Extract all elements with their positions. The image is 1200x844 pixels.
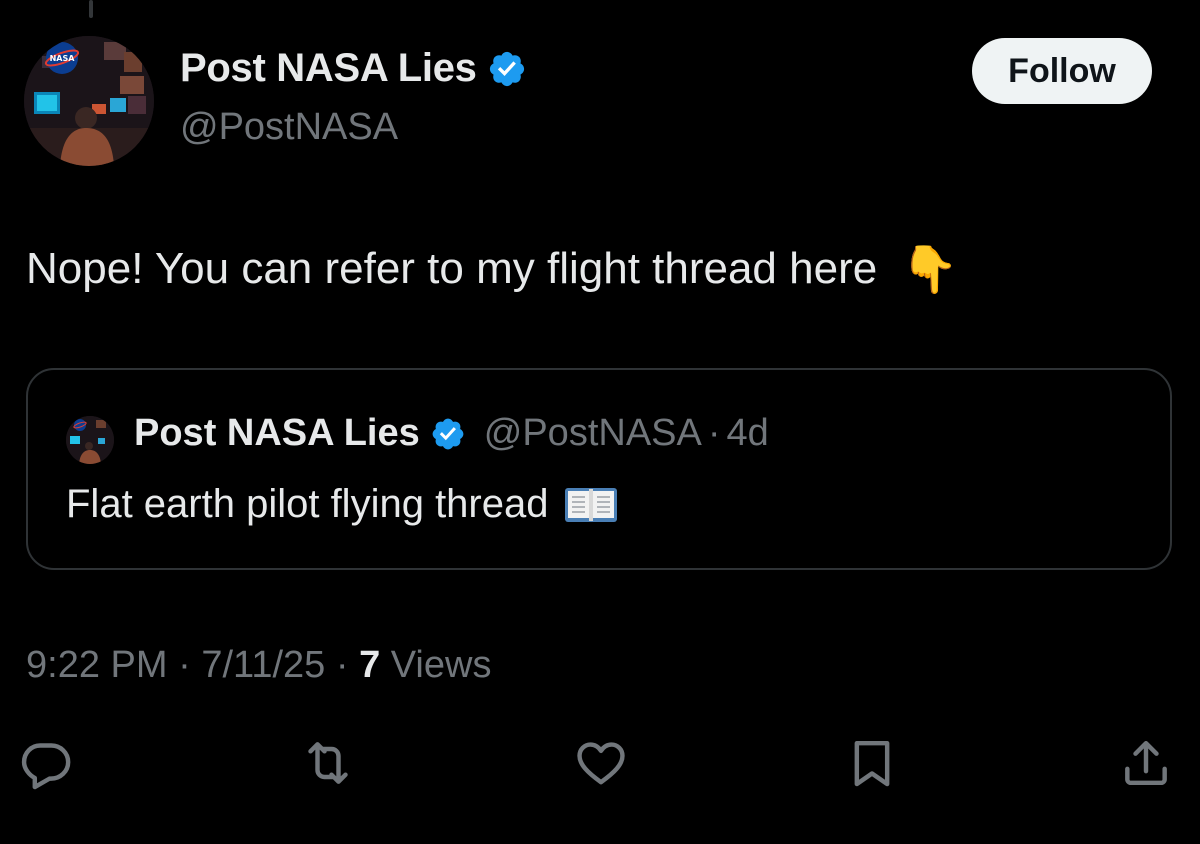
pointing-down-emoji-icon: 👇 <box>901 243 959 295</box>
quoted-tweet-body: Flat earth pilot flying thread <box>66 482 618 527</box>
author-name-row: Post NASA Lies <box>180 46 527 91</box>
tweet-time[interactable]: 9:22 PM <box>26 644 168 686</box>
thread-connector-line <box>89 0 93 18</box>
share-icon <box>1125 740 1167 786</box>
like-button[interactable] <box>573 735 629 791</box>
meta-separator: · <box>167 644 202 686</box>
quoted-author-handle: @PostNASA <box>483 412 702 454</box>
bookmark-button[interactable] <box>844 735 900 791</box>
svg-text:NASA: NASA <box>50 54 76 63</box>
verified-badge-icon <box>489 51 524 86</box>
tweet-text: Nope! You can refer to my flight thread … <box>26 244 878 293</box>
views-count: 7 <box>359 644 381 686</box>
meta-separator: · <box>325 644 360 686</box>
share-button[interactable] <box>1118 735 1174 791</box>
bookmark-icon <box>854 740 890 787</box>
open-book-icon <box>565 487 618 522</box>
quoted-author-avatar <box>66 416 114 464</box>
views-label: Views <box>380 644 492 686</box>
quoted-separator-dot: · <box>707 412 721 454</box>
nasa-desk-avatar-icon <box>66 416 114 464</box>
author-avatar[interactable]: NASA <box>24 36 154 166</box>
reply-icon <box>21 743 71 790</box>
quoted-author-display-name: Post NASA Lies <box>134 412 420 454</box>
repost-button[interactable] <box>300 735 356 791</box>
quoted-tweet-age: 4d <box>726 412 769 454</box>
tweet-action-bar <box>0 735 1200 795</box>
quoted-tweet-header: Post NASA Lies @PostNASA · 4d <box>134 412 769 455</box>
follow-button[interactable]: Follow <box>972 38 1152 104</box>
quoted-tweet-card[interactable]: Post NASA Lies @PostNASA · 4d Flat earth… <box>26 368 1172 570</box>
verified-badge-icon <box>432 418 464 449</box>
tweet-body: Nope! You can refer to my flight thread … <box>26 244 958 294</box>
author-handle[interactable]: @PostNASA <box>180 106 398 149</box>
tweet-meta: 9:22 PM · 7/11/25 · 7 Views <box>26 644 491 687</box>
reply-button[interactable] <box>18 735 74 791</box>
heart-icon <box>577 742 625 785</box>
nasa-desk-avatar-icon: NASA <box>24 36 154 166</box>
author-display-name[interactable]: Post NASA Lies <box>180 46 477 91</box>
repost-icon <box>308 742 348 784</box>
quoted-tweet-text: Flat earth pilot flying thread <box>66 482 549 526</box>
tweet-date[interactable]: 7/11/25 <box>201 644 325 686</box>
